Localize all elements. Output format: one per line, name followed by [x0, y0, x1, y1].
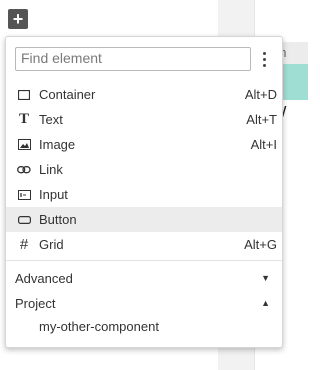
- menu-item-shortcut: Alt+T: [246, 112, 277, 127]
- menu-item-label: Container: [39, 87, 95, 102]
- input-icon: [17, 188, 31, 202]
- section-label: Project: [15, 296, 55, 311]
- text-icon: T: [17, 113, 31, 127]
- menu-item-shortcut: Alt+D: [245, 87, 277, 102]
- search-box: [15, 47, 251, 71]
- caret-down-icon: ▼: [261, 273, 270, 283]
- find-element-input[interactable]: [16, 48, 247, 68]
- grid-icon: #: [17, 238, 31, 252]
- menu-item-label: Button: [39, 212, 77, 227]
- menu-item-label: Image: [39, 137, 75, 152]
- add-element-menu: Container Alt+D T Text Alt+T Image Alt+I…: [5, 36, 283, 348]
- menu-item-button[interactable]: Button: [6, 207, 282, 232]
- section-advanced[interactable]: Advanced ▼: [6, 266, 282, 290]
- menu-item-label: Link: [39, 162, 63, 177]
- menu-item-label: Text: [39, 112, 63, 127]
- container-icon: [17, 88, 31, 102]
- section-project[interactable]: Project ▲: [6, 291, 282, 315]
- plus-icon: +: [13, 10, 24, 28]
- menu-item-shortcut: Alt+G: [244, 237, 277, 252]
- link-icon: [17, 163, 31, 177]
- more-options-icon[interactable]: [257, 49, 271, 69]
- menu-divider: [6, 260, 282, 261]
- menu-item-label: Input: [39, 187, 68, 202]
- add-element-button[interactable]: +: [8, 9, 28, 29]
- image-icon: [17, 138, 31, 152]
- menu-item-link[interactable]: Link: [6, 157, 282, 182]
- button-icon: [17, 213, 31, 227]
- menu-item-image[interactable]: Image Alt+I: [6, 132, 282, 157]
- menu-item-grid[interactable]: # Grid Alt+G: [6, 232, 282, 257]
- menu-item-text[interactable]: T Text Alt+T: [6, 107, 282, 132]
- project-component-item[interactable]: my-other-component: [39, 319, 159, 334]
- section-label: Advanced: [15, 271, 73, 286]
- caret-up-icon: ▲: [261, 298, 270, 308]
- menu-item-shortcut: Alt+I: [251, 137, 277, 152]
- menu-item-container[interactable]: Container Alt+D: [6, 82, 282, 107]
- menu-item-input[interactable]: Input: [6, 182, 282, 207]
- menu-item-label: Grid: [39, 237, 64, 252]
